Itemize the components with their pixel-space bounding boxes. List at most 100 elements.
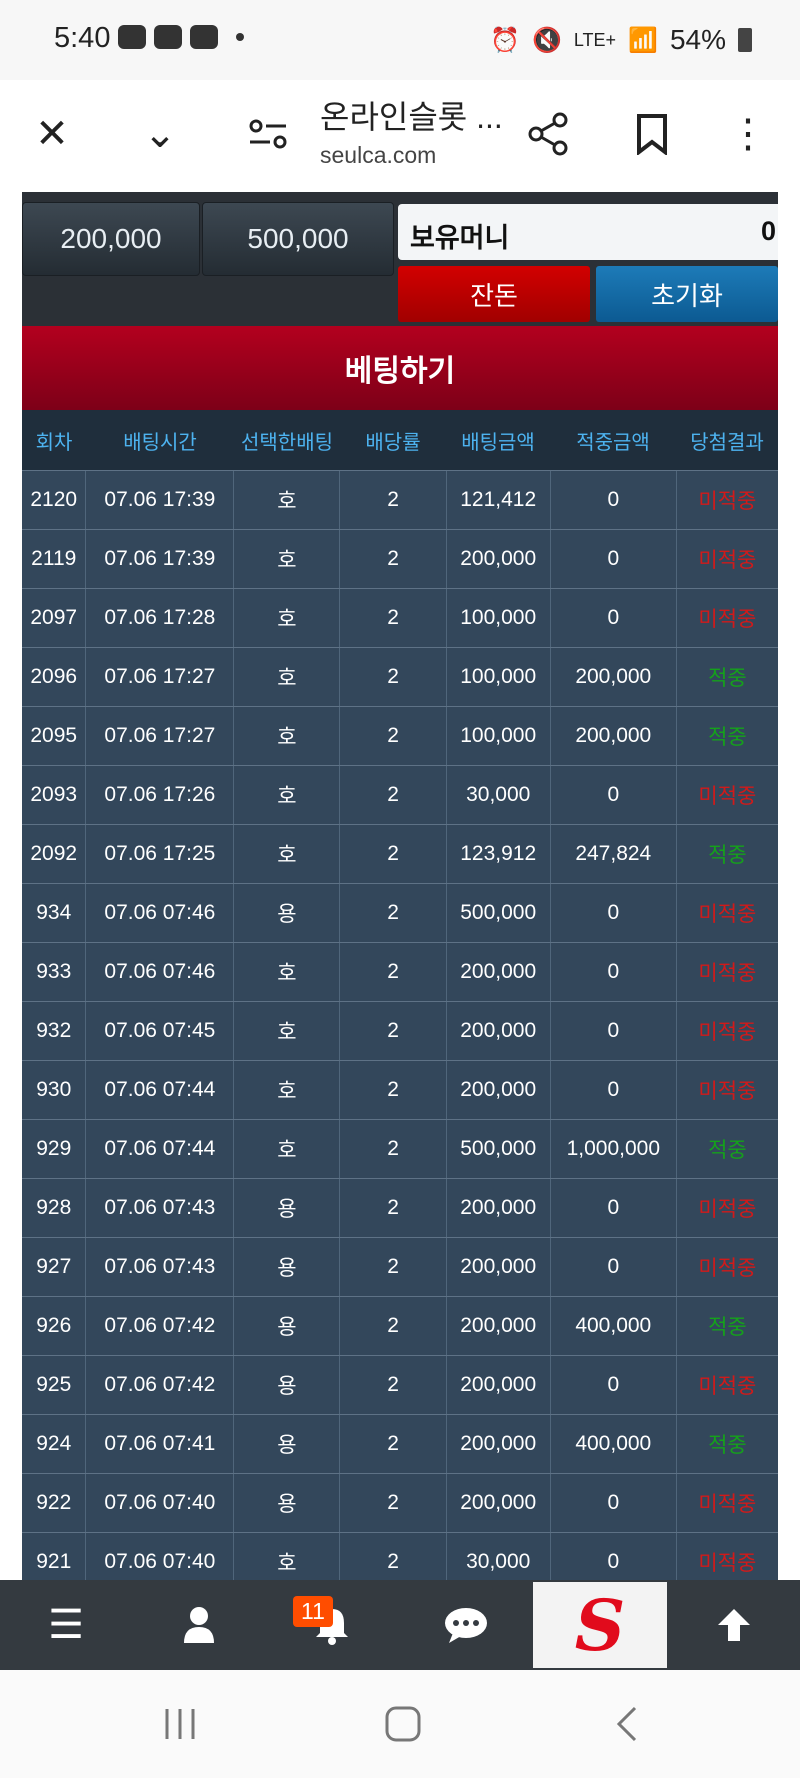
more-options-icon[interactable]: ⋮ xyxy=(720,106,776,162)
table-cell: 200,000 xyxy=(445,1179,550,1237)
table-cell: 적중 xyxy=(675,1415,778,1473)
table-cell: 2 xyxy=(339,1002,445,1060)
table-cell: 2 xyxy=(339,1238,445,1296)
table-cell: 0 xyxy=(549,1474,676,1532)
page-settings-icon[interactable] xyxy=(240,106,296,162)
table-cell: 30,000 xyxy=(445,766,550,824)
table-cell: 2 xyxy=(339,766,445,824)
table-cell: 용 xyxy=(233,1415,339,1473)
table-cell: 500,000 xyxy=(445,884,550,942)
table-cell: 0 xyxy=(549,471,676,529)
amount-200000-button[interactable]: 200,000 xyxy=(22,202,200,276)
table-cell: 934 xyxy=(36,901,72,924)
page-url[interactable]: seulca.com xyxy=(320,142,436,169)
home-icon[interactable] xyxy=(368,1696,438,1752)
menu-icon[interactable]: ☰ xyxy=(0,1580,132,1670)
column-header: 배당률 xyxy=(365,431,421,454)
table-cell: 07.06 07:43 xyxy=(85,1179,233,1237)
table-cell: 호 xyxy=(233,1533,339,1580)
table-cell: 200,000 xyxy=(549,648,676,706)
table-cell: 928 xyxy=(36,1196,72,1219)
table-cell: 200,000 xyxy=(445,1238,550,1296)
table-cell: 07.06 17:39 xyxy=(85,471,233,529)
table-cell: 07.06 07:45 xyxy=(85,1002,233,1060)
table-cell: 0 xyxy=(549,1356,676,1414)
reset-button[interactable]: 초기화 xyxy=(596,266,778,322)
table-cell: 932 xyxy=(36,1019,72,1042)
table-cell: 호 xyxy=(233,648,339,706)
table-cell: 07.06 07:46 xyxy=(85,884,233,942)
recent-apps-icon[interactable] xyxy=(145,1696,215,1752)
table-row: 2092 07.06 17:25 호 2 123,912 247,824 적중 xyxy=(22,824,778,883)
bet-header[interactable]: 베팅하기 xyxy=(22,326,778,410)
table-row: 2119 07.06 17:39 호 2 200,000 0 미적중 xyxy=(22,529,778,588)
b-notification-icon xyxy=(190,25,218,49)
table-cell: 미적중 xyxy=(675,530,778,588)
scroll-top-icon[interactable] xyxy=(668,1580,800,1670)
notification-badge: 11 xyxy=(293,1596,333,1627)
bookmark-icon[interactable] xyxy=(624,106,680,162)
table-row: 925 07.06 07:42 용 2 200,000 0 미적중 xyxy=(22,1355,778,1414)
table-cell: 07.06 17:27 xyxy=(85,707,233,765)
table-row: 929 07.06 07:44 호 2 500,000 1,000,000 적중 xyxy=(22,1119,778,1178)
table-cell: 500,000 xyxy=(445,1120,550,1178)
column-header: 적중금액 xyxy=(576,431,650,454)
table-cell: 용 xyxy=(233,1356,339,1414)
table-cell: 922 xyxy=(36,1491,72,1514)
table-cell: 07.06 17:39 xyxy=(85,530,233,588)
status-time: 5:40 xyxy=(54,22,111,54)
table-cell: 2 xyxy=(339,707,445,765)
table-cell: 200,000 xyxy=(549,707,676,765)
table-cell: 07.06 07:44 xyxy=(85,1120,233,1178)
table-cell: 미적중 xyxy=(675,1238,778,1296)
alarm-icon: ⏰ xyxy=(490,26,520,54)
table-cell: 2 xyxy=(339,648,445,706)
table-cell: 호 xyxy=(233,1120,339,1178)
battery-icon xyxy=(738,28,752,52)
browser-toolbar: ✕ ⌄ 온라인슬롯 ... seulca.com ⋮ xyxy=(0,80,800,193)
table-cell: 07.06 17:25 xyxy=(85,825,233,883)
share-icon[interactable] xyxy=(520,106,576,162)
user-icon[interactable] xyxy=(133,1580,265,1670)
table-cell: 미적중 xyxy=(675,471,778,529)
table-cell: 적중 xyxy=(675,825,778,883)
table-cell: 0 xyxy=(549,1533,676,1580)
table-cell: 0 xyxy=(549,1179,676,1237)
chat-icon[interactable] xyxy=(400,1580,532,1670)
table-cell: 미적중 xyxy=(675,1002,778,1060)
table-cell: 0 xyxy=(549,1061,676,1119)
table-cell: 호 xyxy=(233,1061,339,1119)
site-bottom-nav: ☰ 11 S xyxy=(0,1580,800,1670)
table-cell: 100,000 xyxy=(445,648,550,706)
site-logo[interactable]: S xyxy=(533,1582,667,1668)
table-cell: 200,000 xyxy=(445,1415,550,1473)
network-type-label: LTE+ xyxy=(573,29,617,50)
chat-notification-icon xyxy=(118,25,146,49)
close-icon[interactable]: ✕ xyxy=(24,106,80,162)
table-cell: 924 xyxy=(36,1432,72,1455)
table-cell: 07.06 07:46 xyxy=(85,943,233,1001)
table-cell: 2 xyxy=(339,1179,445,1237)
change-button[interactable]: 잔돈 xyxy=(398,266,590,322)
table-row: 922 07.06 07:40 용 2 200,000 0 미적중 xyxy=(22,1473,778,1532)
table-row: 927 07.06 07:43 용 2 200,000 0 미적중 xyxy=(22,1237,778,1296)
amount-500000-button[interactable]: 500,000 xyxy=(202,202,394,276)
table-cell: 2097 xyxy=(30,606,78,629)
signal-icon: 📶 xyxy=(628,26,658,54)
table-row: 2093 07.06 17:26 호 2 30,000 0 미적중 xyxy=(22,765,778,824)
table-cell: 적중 xyxy=(675,1297,778,1355)
table-cell: 2092 xyxy=(30,842,78,865)
chevron-down-icon[interactable]: ⌄ xyxy=(132,106,188,162)
table-cell: 200,000 xyxy=(445,530,550,588)
table-cell: 930 xyxy=(36,1078,72,1101)
table-cell: 적중 xyxy=(675,1120,778,1178)
table-cell: 926 xyxy=(36,1314,72,1337)
table-cell: 미적중 xyxy=(675,884,778,942)
table-cell: 미적중 xyxy=(675,1533,778,1580)
table-cell: 07.06 17:26 xyxy=(85,766,233,824)
table-cell: 미적중 xyxy=(675,1179,778,1237)
table-cell: 123,912 xyxy=(445,825,550,883)
table-cell: 2096 xyxy=(30,665,78,688)
back-icon[interactable] xyxy=(592,1696,662,1752)
table-row: 924 07.06 07:41 용 2 200,000 400,000 적중 xyxy=(22,1414,778,1473)
